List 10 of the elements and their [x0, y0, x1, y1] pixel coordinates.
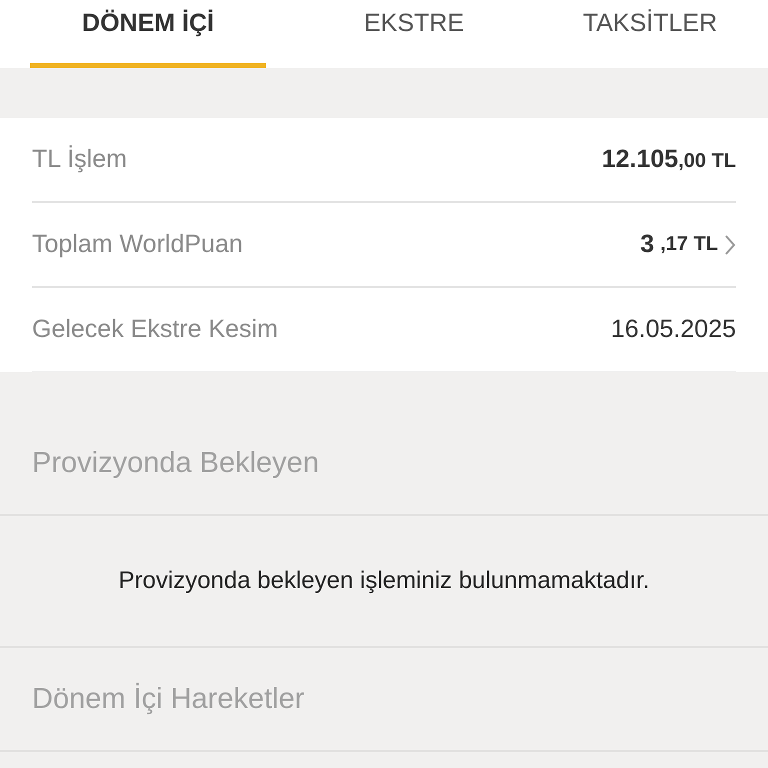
amount-value: 12.105,00 TL [602, 145, 736, 174]
date-value: 16.05.2025 [610, 315, 736, 344]
points-link[interactable]: 3 ,17 TL [640, 230, 736, 259]
section-title: Dönem İçi Hareketler [32, 682, 304, 716]
row-label: TL İşlem [32, 145, 127, 174]
row-label: Toplam WorldPuan [32, 230, 243, 259]
row-label: Gelecek Ekstre Kesim [32, 315, 278, 344]
section-title: Provizyonda Bekleyen [32, 446, 319, 480]
chevron-right-icon [724, 234, 736, 256]
empty-message: Provizyonda bekleyen işleminiz bulunmamaktadır. [118, 567, 650, 595]
